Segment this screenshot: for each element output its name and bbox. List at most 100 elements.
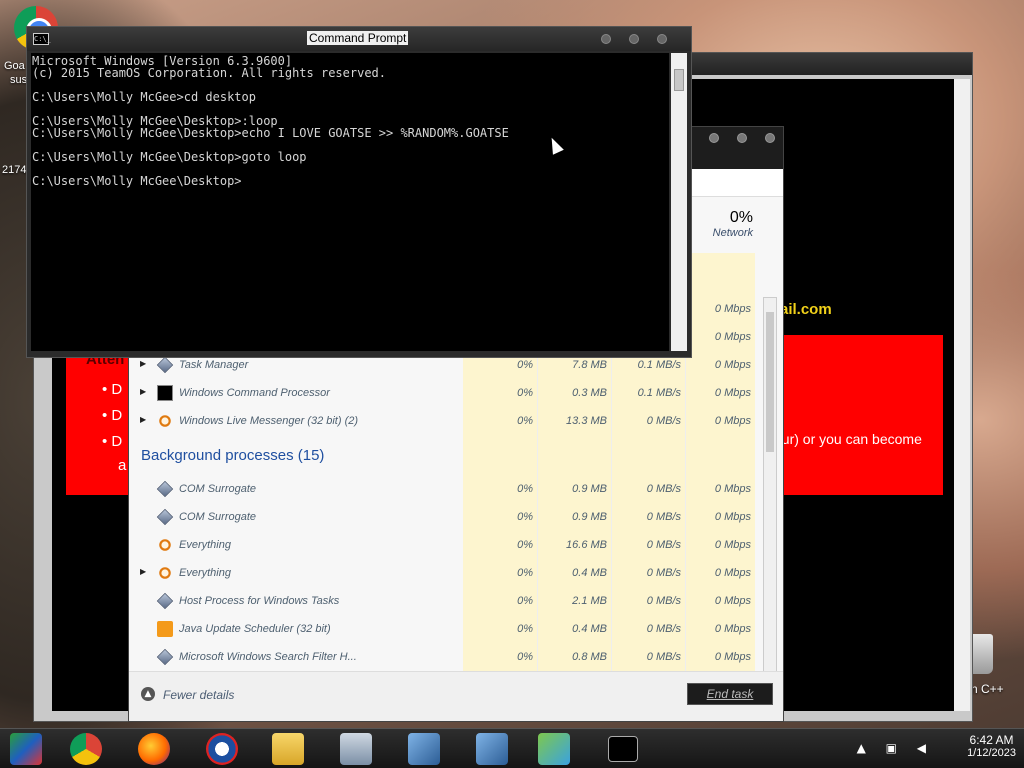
disk-cell: 0 MB/s — [646, 539, 681, 551]
disk-cell: 0 MB/s — [646, 595, 681, 607]
remote-desktop-icon[interactable] — [408, 733, 440, 765]
java-icon — [157, 621, 173, 637]
desktop-icon-label: 2174 — [2, 164, 27, 176]
cpu-cell: 0% — [517, 415, 533, 427]
firefox-icon[interactable] — [138, 733, 170, 765]
memory-cell: 0.9 MB — [572, 511, 607, 523]
process-row[interactable]: COM Surrogate 0% 0.9 MB 0 MB/s 0 Mbps — [129, 503, 755, 531]
clock[interactable]: 6:42 AM 1/12/2023 — [967, 733, 1016, 759]
process-row[interactable]: ▶ Windows Command Processor 0% 0.3 MB 0.1 MB… — [129, 379, 755, 407]
browser-scrollbar[interactable] — [954, 79, 970, 711]
maximize-button[interactable] — [629, 34, 639, 44]
chevron-up-icon[interactable]: ▲ — [141, 687, 155, 701]
process-name: Microsoft Windows Search Filter H... — [179, 651, 357, 663]
disk-cell: 0.1 MB/s — [637, 387, 681, 399]
process-row[interactable]: Java Update Scheduler (32 bit) 0% 0.4 MB 0 … — [129, 615, 755, 643]
cmd-icon[interactable] — [608, 736, 638, 762]
process-row[interactable]: ▶ Windows Live Messenger (32 bit) (2) 0% 13… — [129, 407, 755, 435]
memory-cell: 0.9 MB — [572, 483, 607, 495]
scrollbar-thumb[interactable] — [766, 312, 774, 452]
cpu-cell: 0% — [517, 483, 533, 495]
memory-cell: 0.4 MB — [572, 567, 607, 579]
network-cell: 0 Mbps — [714, 415, 751, 427]
process-name: Host Process for Windows Tasks — [179, 595, 340, 607]
memory-cell: 16.6 MB — [566, 539, 607, 551]
everything-icon — [159, 539, 171, 551]
memory-cell: 0.8 MB — [572, 651, 607, 663]
desktop-icon-label: n C++ — [971, 682, 1004, 696]
cmd-icon: C:\_ — [33, 33, 51, 45]
process-name: COM Surrogate — [179, 483, 257, 495]
warning-text: our) or you can become — [774, 431, 922, 447]
minimize-button[interactable] — [709, 133, 719, 143]
expand-arrow-icon[interactable]: ▶ — [140, 567, 146, 576]
disk-cell: 0 MB/s — [646, 623, 681, 635]
media-center-icon[interactable] — [10, 733, 42, 765]
process-row[interactable]: COM Surrogate 0% 0.9 MB 0 MB/s 0 Mbps — [129, 475, 755, 503]
system-tray-icons[interactable]: ▲ ▣ ◀ — [857, 741, 934, 755]
chrome-icon[interactable] — [70, 733, 102, 765]
desktop-icon-label: Goa — [4, 60, 25, 72]
fewer-details-link[interactable]: Fewer details — [163, 688, 234, 702]
file-explorer-icon[interactable] — [272, 733, 304, 765]
process-row[interactable]: Everything 0% 16.6 MB 0 MB/s 0 Mbps — [129, 531, 755, 559]
warning-bullet: • D — [102, 407, 123, 424]
process-row[interactable]: ▶ Everything 0% 0.4 MB 0 MB/s 0 Mbps — [129, 559, 755, 587]
process-name: Java Update Scheduler (32 bit) — [179, 623, 331, 635]
console-line: C:\Users\Molly McGee\Desktop>echo I LOVE… — [32, 126, 509, 140]
net-cell: 0 Mbps — [714, 303, 751, 315]
cmd-scrollbar[interactable] — [671, 53, 687, 351]
disk-cell: 0 MB/s — [646, 651, 681, 663]
cpu-cell: 0% — [517, 623, 533, 635]
network-label: Network — [712, 227, 753, 239]
network-column-header[interactable]: 0% Network — [713, 209, 753, 239]
process-list-scrollbar[interactable] — [763, 297, 777, 713]
minimize-button[interactable] — [601, 34, 611, 44]
expand-arrow-icon[interactable]: ▶ — [140, 415, 146, 424]
process-name: COM Surrogate — [179, 511, 257, 523]
warning-bullet: • D — [102, 381, 123, 398]
cpu-cell: 0% — [517, 359, 533, 371]
cpu-cell: 0% — [517, 567, 533, 579]
com-surrogate-icon — [156, 508, 174, 526]
console-line: C:\Users\Molly McGee>cd desktop — [32, 90, 256, 104]
email-text: ail.com — [780, 301, 832, 318]
expand-arrow-icon[interactable]: ▶ — [140, 387, 146, 396]
clock-time: 6:42 AM — [969, 733, 1014, 747]
command-prompt-window[interactable]: C:\_ Command Prompt Microsoft Windows [V… — [26, 26, 692, 358]
expand-arrow-icon[interactable]: ▶ — [140, 359, 146, 368]
window-title: Command Prompt — [307, 31, 409, 45]
network-percent: 0% — [729, 209, 753, 226]
process-name: Task Manager — [179, 359, 249, 371]
maximize-button[interactable] — [737, 133, 747, 143]
remote-desktop-icon[interactable] — [476, 733, 508, 765]
console-line: (c) 2015 TeamOS Corporation. All rights … — [32, 66, 387, 80]
network-cell: 0 Mbps — [714, 595, 751, 607]
host-process-icon — [156, 592, 174, 610]
process-name: Windows Live Messenger (32 bit) (2) — [179, 415, 359, 427]
console-line: C:\Users\Molly McGee\Desktop>goto loop — [32, 150, 307, 164]
cpu-cell: 0% — [517, 511, 533, 523]
end-task-button[interactable]: End task — [687, 683, 773, 705]
disk-cell: 0 MB/s — [646, 511, 681, 523]
network-cell: 0 Mbps — [714, 539, 751, 551]
performance-monitor-icon[interactable] — [340, 733, 372, 765]
network-cell: 0 Mbps — [714, 567, 751, 579]
process-row[interactable]: Microsoft Windows Search Filter H... 0% 0.… — [129, 643, 755, 671]
network-cell: 0 Mbps — [714, 387, 751, 399]
disk-cell: 0 MB/s — [646, 483, 681, 495]
everything-icon — [159, 567, 171, 579]
disk-cell: 0.1 MB/s — [637, 359, 681, 371]
scrollbar-thumb[interactable] — [674, 69, 684, 91]
messenger-icon[interactable] — [538, 733, 570, 765]
obama-logo-icon[interactable] — [206, 733, 238, 765]
cpu-cell: 0% — [517, 387, 533, 399]
cmd-titlebar[interactable]: C:\_ Command Prompt — [27, 27, 691, 51]
network-cell: 0 Mbps — [714, 623, 751, 635]
close-button[interactable] — [765, 133, 775, 143]
console-output[interactable]: Microsoft Windows [Version 6.3.9600] (c) … — [31, 53, 669, 351]
memory-cell: 7.8 MB — [572, 359, 607, 371]
cpu-cell: 0% — [517, 595, 533, 607]
close-button[interactable] — [657, 34, 667, 44]
process-row[interactable]: Host Process for Windows Tasks 0% 2.1 MB 0 … — [129, 587, 755, 615]
